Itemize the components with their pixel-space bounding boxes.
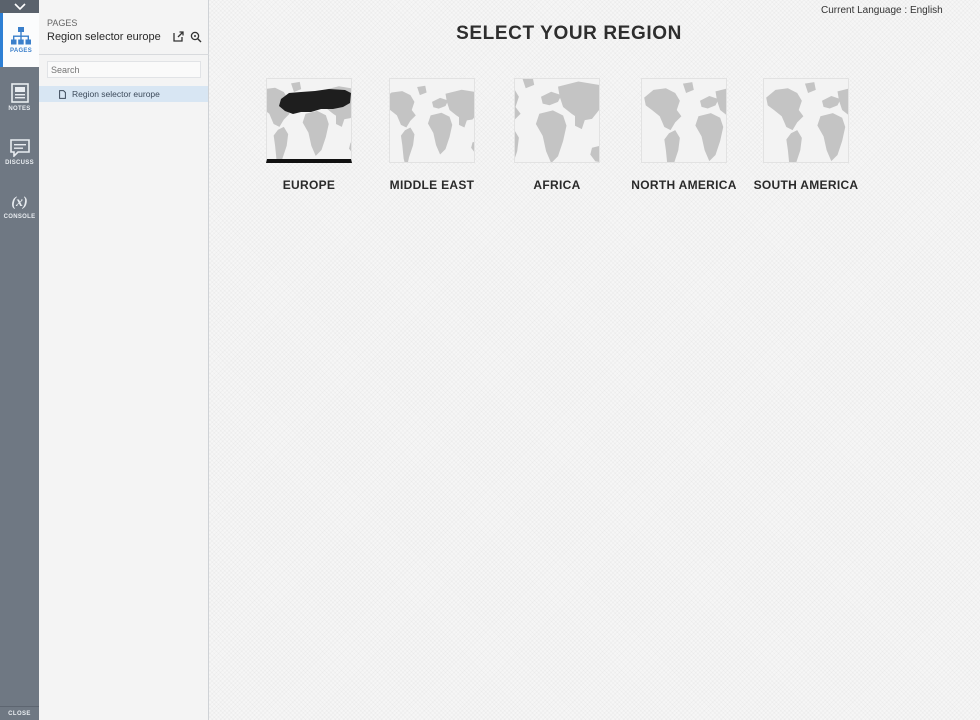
rail-item-label: CONSOLE <box>3 213 36 220</box>
locate-icon[interactable] <box>190 31 202 43</box>
page-icon <box>59 89 66 99</box>
comment-icon <box>9 138 30 157</box>
map-thumbnail <box>641 78 727 163</box>
sitemap-icon <box>11 26 31 44</box>
region-label: SOUTH AMERICA <box>753 178 859 192</box>
region-option-north-america[interactable]: NORTH AMERICA <box>629 78 739 192</box>
north-america-map-icon <box>644 82 726 162</box>
region-option-middle-east[interactable]: MIDDLE EAST <box>377 78 487 192</box>
panel-divider <box>39 54 209 55</box>
language-label: Current Language : English <box>821 4 943 16</box>
region-label: MIDDLE EAST <box>389 178 475 192</box>
page-list-item-label: Region selector europe <box>72 89 160 99</box>
page-list-item[interactable]: Region selector europe <box>39 86 208 102</box>
panel-kicker: PAGES <box>47 18 78 28</box>
page-title: SELECT YOUR REGION <box>456 23 682 44</box>
panel-actions <box>173 31 202 43</box>
europe-map-icon <box>267 81 351 159</box>
rail-item-label: PAGES <box>9 47 33 54</box>
south-america-map-icon <box>766 82 848 162</box>
open-external-icon[interactable] <box>173 31 184 42</box>
map-thumbnail <box>389 78 475 163</box>
africa-map-icon <box>515 79 599 162</box>
console-icon: (x) <box>11 194 28 210</box>
rail-item-label: DISCUSS <box>5 159 34 166</box>
region-option-europe[interactable]: EUROPE <box>254 78 364 192</box>
notes-icon <box>10 82 29 103</box>
region-label: NORTH AMERICA <box>631 178 737 192</box>
map-thumbnail <box>514 78 600 163</box>
region-label: AFRICA <box>533 178 581 192</box>
rail-item-discuss[interactable]: DISCUSS <box>0 125 39 179</box>
pages-panel: PAGES Region selector europe Region sele… <box>39 0 209 720</box>
rail-item-notes[interactable]: NOTES <box>0 70 39 124</box>
map-thumbnail <box>763 78 849 163</box>
rail-item-pages[interactable]: PAGES <box>0 13 39 67</box>
chevron-down-icon <box>13 2 26 10</box>
region-label: EUROPE <box>282 178 336 192</box>
region-option-south-america[interactable]: SOUTH AMERICA <box>751 78 861 192</box>
region-option-africa[interactable]: AFRICA <box>502 78 612 192</box>
map-thumbnail <box>266 78 352 163</box>
left-rail: PAGES NOTES DISCUSS (x) CONSOLE CLOSE <box>0 0 39 720</box>
rail-item-label: NOTES <box>8 105 31 112</box>
panel-title: Region selector europe <box>47 31 161 43</box>
close-button[interactable]: CLOSE <box>0 706 39 720</box>
rail-item-console[interactable]: (x) CONSOLE <box>0 180 39 234</box>
collapse-toggle[interactable] <box>0 0 39 13</box>
search-input[interactable] <box>47 61 201 78</box>
language-indicator[interactable]: Current Language : English <box>770 0 980 20</box>
middle-east-map-icon <box>390 85 474 162</box>
